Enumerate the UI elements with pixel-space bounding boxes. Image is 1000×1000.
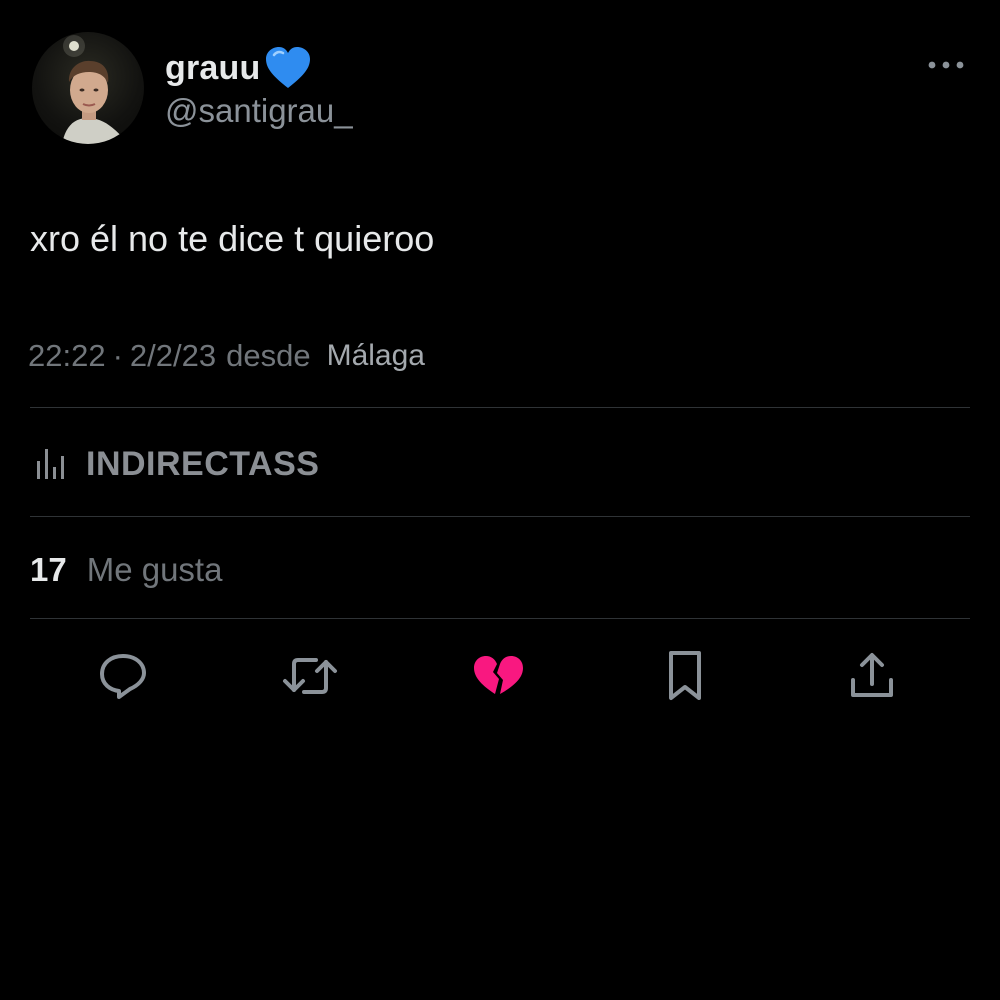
reply-icon [100,654,146,699]
more-options-icon[interactable] [924,52,968,78]
reply-button[interactable] [95,650,151,702]
tweet-date: 2/2/23 [129,338,217,373]
tweet-text: xro él no te dice t quieroo [30,218,435,259]
meta-desde: desde [226,338,311,373]
share-button[interactable] [844,650,900,702]
meta-separator: · [112,338,123,373]
divider [30,618,970,619]
retweet-icon [283,658,337,694]
analytics-icon [37,449,64,479]
retweet-button[interactable] [282,650,338,702]
likes-row[interactable]: 17 Me gusta [30,548,222,592]
divider [30,516,970,517]
bookmark-icon [669,651,701,700]
like-label: Me gusta [86,551,223,588]
user-handle[interactable]: @santigrau_ [165,92,353,130]
bookmark-button[interactable] [657,650,713,702]
divider [30,407,970,408]
tweet-meta: 22:22 · 2/2/23 desde Málaga [28,336,425,376]
avatar[interactable] [32,32,144,144]
tweet-time: 22:22 [28,338,106,373]
analytics-row[interactable]: INDIRECTASS [36,442,319,486]
display-name-text: grauu [165,48,261,87]
analytics-label: INDIRECTASS [86,444,320,483]
blue-heart-icon [264,46,312,90]
share-icon [851,653,893,697]
tweet: grauu @santigrau_ xro él no te dice t qu… [0,0,1000,1000]
like-count: 17 [30,551,67,588]
display-name[interactable]: grauu [165,46,312,90]
avatar-photo [62,35,128,144]
tweet-location[interactable]: Málaga [327,339,425,373]
like-button[interactable] [470,650,526,702]
broken-heart-icon [474,656,523,694]
